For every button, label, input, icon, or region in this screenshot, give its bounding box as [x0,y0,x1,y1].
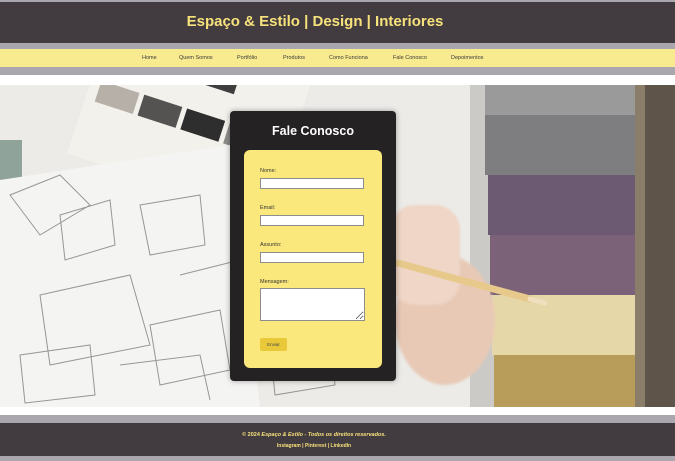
email-label: Email: [260,205,276,211]
email-field[interactable] [260,215,364,226]
footer-social-links[interactable]: Instagram | Pinterest | LinkedIn [0,443,628,449]
name-field[interactable] [260,178,364,189]
message-label: Mensagem: [260,279,289,285]
submit-button[interactable]: Enviar [260,338,287,351]
nav-como-funciona[interactable]: Como Funciona [329,49,368,67]
copyright-brand: Espaço & Estilo - Todos os direitos rese… [261,432,386,438]
nav-portfolio[interactable]: Portfólio [237,49,257,67]
site-title: Espaço & Estilo | Design | Interiores [186,13,444,30]
contact-title: Fale Conosco [272,124,354,138]
nav-divider [0,67,675,75]
footer-divider [0,415,675,423]
bottom-border-strip [0,456,675,461]
nav-depoimentos[interactable]: Depoimentos [451,49,483,67]
nav-spacer [0,75,675,85]
subject-label: Assunto: [260,242,282,248]
footer-spacer [0,407,675,415]
nav-produtos[interactable]: Produtos [283,49,305,67]
copyright-prefix: © 2024 [242,432,262,438]
subject-field[interactable] [260,252,364,263]
nav-fale-conosco[interactable]: Fale Conosco [393,49,427,67]
site-footer [0,423,675,456]
message-textarea[interactable] [260,288,365,321]
nav-quem-somos[interactable]: Quem Somos [179,49,213,67]
footer-copyright: © 2024 Espaço & Estilo - Todos os direit… [0,432,628,438]
name-label: Nome: [260,168,277,174]
nav-home[interactable]: Home [142,49,157,67]
